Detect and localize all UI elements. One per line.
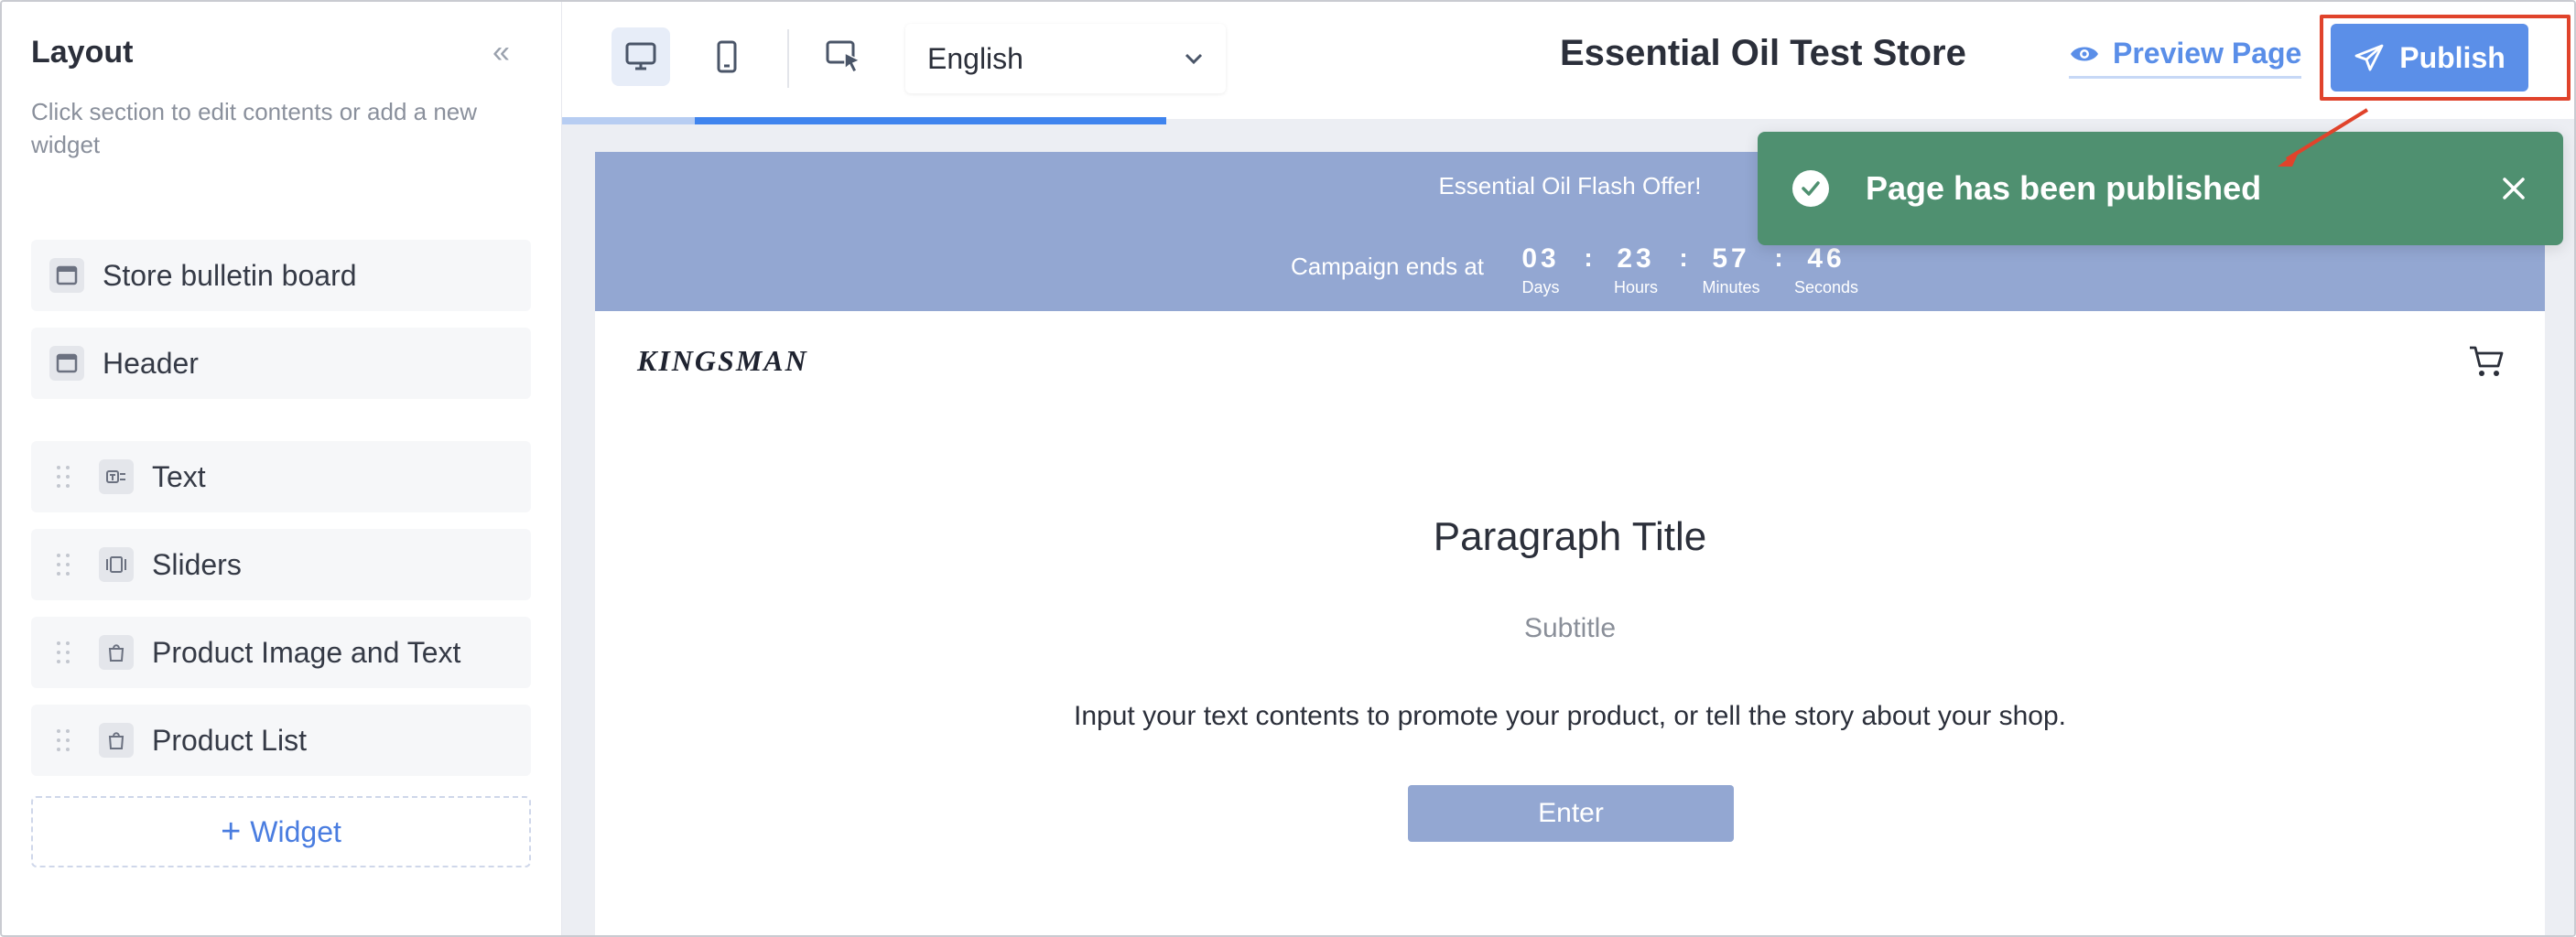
countdown-days: 03 Days — [1515, 243, 1566, 297]
countdown-value: 46 — [1807, 243, 1845, 274]
slider-icon — [99, 547, 134, 582]
countdown-separator: : — [1584, 243, 1593, 272]
countdown-separator: : — [1679, 243, 1688, 272]
editor-toolbar: English Essential Oil Test Store Preview… — [562, 2, 2574, 119]
preview-page-button[interactable]: Preview Page — [2069, 37, 2302, 79]
campaign-label: Campaign ends at — [1291, 253, 1485, 280]
countdown-value: 57 — [1712, 243, 1750, 274]
countdown-seconds: 46 Seconds — [1794, 243, 1858, 297]
countdown-unit: Minutes — [1702, 278, 1760, 296]
store-page-preview: Essential Oil Flash Offer! Campaign ends… — [595, 152, 2545, 935]
paragraph-body[interactable]: Input your text contents to promote your… — [595, 701, 2545, 732]
publish-label: Publish — [2399, 40, 2506, 74]
layout-sidebar: Layout « Click section to edit contents … — [2, 2, 562, 935]
cart-icon[interactable] — [2468, 344, 2505, 383]
toast-message: Page has been published — [1866, 169, 2262, 207]
publish-button[interactable]: Publish — [2331, 24, 2528, 92]
sidebar-item-header[interactable]: Header — [31, 328, 531, 399]
sidebar-item-label: Product List — [152, 723, 307, 757]
sidebar-item-label: Product Image and Text — [152, 635, 461, 669]
chevron-down-icon — [1185, 53, 1203, 65]
sidebar-item-product-image-and-text[interactable]: Product Image and Text — [31, 617, 531, 688]
sidebar-item-label: Store bulletin board — [103, 258, 357, 292]
app-frame: Layout « Click section to edit contents … — [0, 0, 2576, 937]
countdown-unit: Seconds — [1794, 278, 1859, 296]
desktop-icon — [625, 42, 656, 70]
sidebar-description: Click section to edit contents or add a … — [31, 98, 478, 158]
sidebar-title: Layout — [31, 35, 134, 70]
collapse-sidebar-icon[interactable]: « — [492, 35, 510, 70]
desktop-view-button[interactable] — [612, 27, 670, 86]
plus-icon: + — [221, 813, 242, 851]
add-widget-button[interactable]: + Widget — [31, 796, 531, 867]
window-icon — [49, 258, 84, 293]
add-widget-label: Widget — [250, 814, 341, 848]
mobile-view-button[interactable] — [698, 27, 756, 86]
countdown-value: 23 — [1617, 243, 1655, 274]
countdown-hours: 23 Hours — [1610, 243, 1661, 297]
eye-icon — [2071, 47, 2098, 60]
countdown-unit: Days — [1521, 278, 1560, 296]
store-logo[interactable]: KINGSMAN — [637, 344, 808, 378]
sidebar-item-store-bulletin-board[interactable]: Store bulletin board — [31, 240, 531, 311]
sidebar-item-label: Sliders — [152, 547, 242, 581]
close-icon[interactable] — [2495, 170, 2532, 207]
language-value: English — [927, 41, 1023, 75]
enter-button[interactable]: Enter — [1408, 785, 1734, 842]
mobile-icon — [717, 40, 737, 73]
preview-label: Preview Page — [2113, 37, 2302, 70]
sidebar-item-sliders[interactable]: Sliders — [31, 529, 531, 600]
countdown-unit: Hours — [1614, 278, 1659, 296]
drag-handle-icon[interactable] — [57, 729, 93, 751]
countdown-value: 03 — [1521, 243, 1560, 274]
paragraph-title[interactable]: Paragraph Title — [595, 514, 2545, 560]
toolbar-divider — [787, 29, 789, 88]
countdown-minutes: 57 Minutes — [1702, 243, 1760, 297]
shopping-bag-icon — [99, 635, 134, 670]
window-icon — [49, 346, 84, 381]
select-element-button[interactable] — [815, 27, 873, 86]
success-toast: Page has been published — [1758, 132, 2563, 245]
sidebar-item-product-list[interactable]: Product List — [31, 705, 531, 776]
send-icon — [2354, 44, 2384, 71]
paragraph-subtitle[interactable]: Subtitle — [595, 613, 2545, 644]
countdown-separator: : — [1774, 243, 1783, 272]
sidebar-item-text[interactable]: Text — [31, 441, 531, 512]
store-name: Essential Oil Test Store — [1560, 33, 1966, 73]
language-select[interactable]: English — [905, 24, 1226, 93]
cursor-select-icon — [826, 40, 861, 74]
shopping-bag-icon — [99, 723, 134, 758]
check-circle-icon — [1792, 170, 1829, 207]
countdown-timer: Campaign ends at 03 Days : 23 Hours : 57… — [1291, 243, 1858, 297]
drag-handle-icon[interactable] — [57, 554, 93, 576]
load-progress-bar — [694, 117, 1166, 124]
sidebar-item-label: Text — [152, 459, 206, 493]
drag-handle-icon[interactable] — [57, 466, 93, 488]
sidebar-item-label: Header — [103, 346, 199, 380]
text-block-icon — [99, 459, 134, 494]
drag-handle-icon[interactable] — [57, 641, 93, 663]
